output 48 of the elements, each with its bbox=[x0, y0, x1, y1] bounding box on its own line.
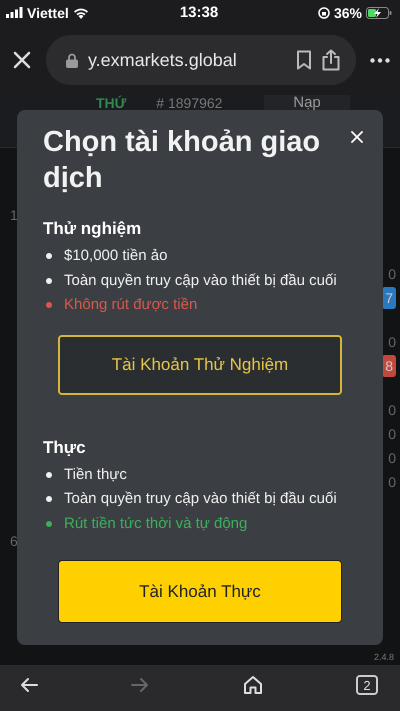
feature-text: Tiền thực bbox=[64, 464, 127, 484]
bullet-icon bbox=[46, 472, 52, 478]
value-text: 6 bbox=[10, 533, 18, 549]
bullet-icon bbox=[46, 496, 52, 502]
tab-count-button[interactable]: 2 bbox=[356, 675, 378, 695]
lock-icon bbox=[66, 52, 78, 68]
bullet-icon bbox=[46, 253, 52, 260]
url-text: y.exmarkets.global bbox=[88, 50, 238, 70]
bookmark-icon[interactable] bbox=[296, 50, 312, 70]
more-icon[interactable] bbox=[370, 58, 390, 62]
battery-percent: 36% bbox=[334, 4, 362, 20]
account-number: # 1897962 bbox=[156, 96, 222, 110]
wifi-icon bbox=[72, 6, 89, 18]
feature-text: Toàn quyền truy cập vào thiết bị đầu cuối bbox=[64, 489, 337, 509]
bullet-icon bbox=[46, 520, 52, 527]
section-heading: Thử nghiệm bbox=[43, 218, 142, 240]
share-icon[interactable] bbox=[322, 49, 340, 71]
count-badge: 8 bbox=[382, 355, 396, 377]
account-button[interactable]: Tài Khoản Thực bbox=[58, 560, 342, 623]
account-type-label: THỨ bbox=[96, 95, 126, 111]
value-text: 0 bbox=[388, 473, 396, 492]
dialog-title: Chọn tài khoản giao dịch bbox=[43, 125, 322, 196]
close-icon[interactable] bbox=[12, 50, 32, 70]
value-text: 1 bbox=[10, 207, 18, 223]
bullet-icon bbox=[46, 302, 52, 308]
feature-text: $10,000 tiền ảo bbox=[64, 246, 168, 266]
value-text: 0 bbox=[388, 425, 396, 444]
feature-text: Toàn quyền truy cập vào thiết bị đầu cuối bbox=[64, 270, 337, 290]
count-badge: 7 bbox=[382, 287, 396, 309]
forward-icon[interactable] bbox=[131, 677, 150, 693]
signal-icon bbox=[6, 7, 23, 18]
value-text: 0 bbox=[388, 333, 396, 352]
section-heading: Thực bbox=[43, 436, 87, 458]
feature-text: Rút tiền tức thời và tự động bbox=[64, 514, 248, 534]
version-text: 2.4.8 bbox=[374, 652, 394, 662]
value-text: 0 bbox=[388, 401, 396, 420]
bullet-icon bbox=[46, 278, 52, 284]
home-icon[interactable] bbox=[242, 675, 263, 695]
battery-charging-icon bbox=[366, 6, 392, 18]
clock-time: 13:38 bbox=[180, 4, 218, 21]
value-text: 0 bbox=[388, 265, 396, 284]
back-icon[interactable] bbox=[20, 677, 38, 693]
value-text: 0 bbox=[388, 449, 396, 468]
feature-text: Không rút được tiền bbox=[64, 295, 198, 315]
address-bar[interactable]: y.exmarkets.global bbox=[46, 35, 356, 85]
carrier-name: Viettel bbox=[27, 4, 69, 20]
rotation-lock-icon bbox=[318, 6, 330, 18]
account-button[interactable]: Tài Khoản Thử Nghiệm bbox=[58, 334, 342, 394]
